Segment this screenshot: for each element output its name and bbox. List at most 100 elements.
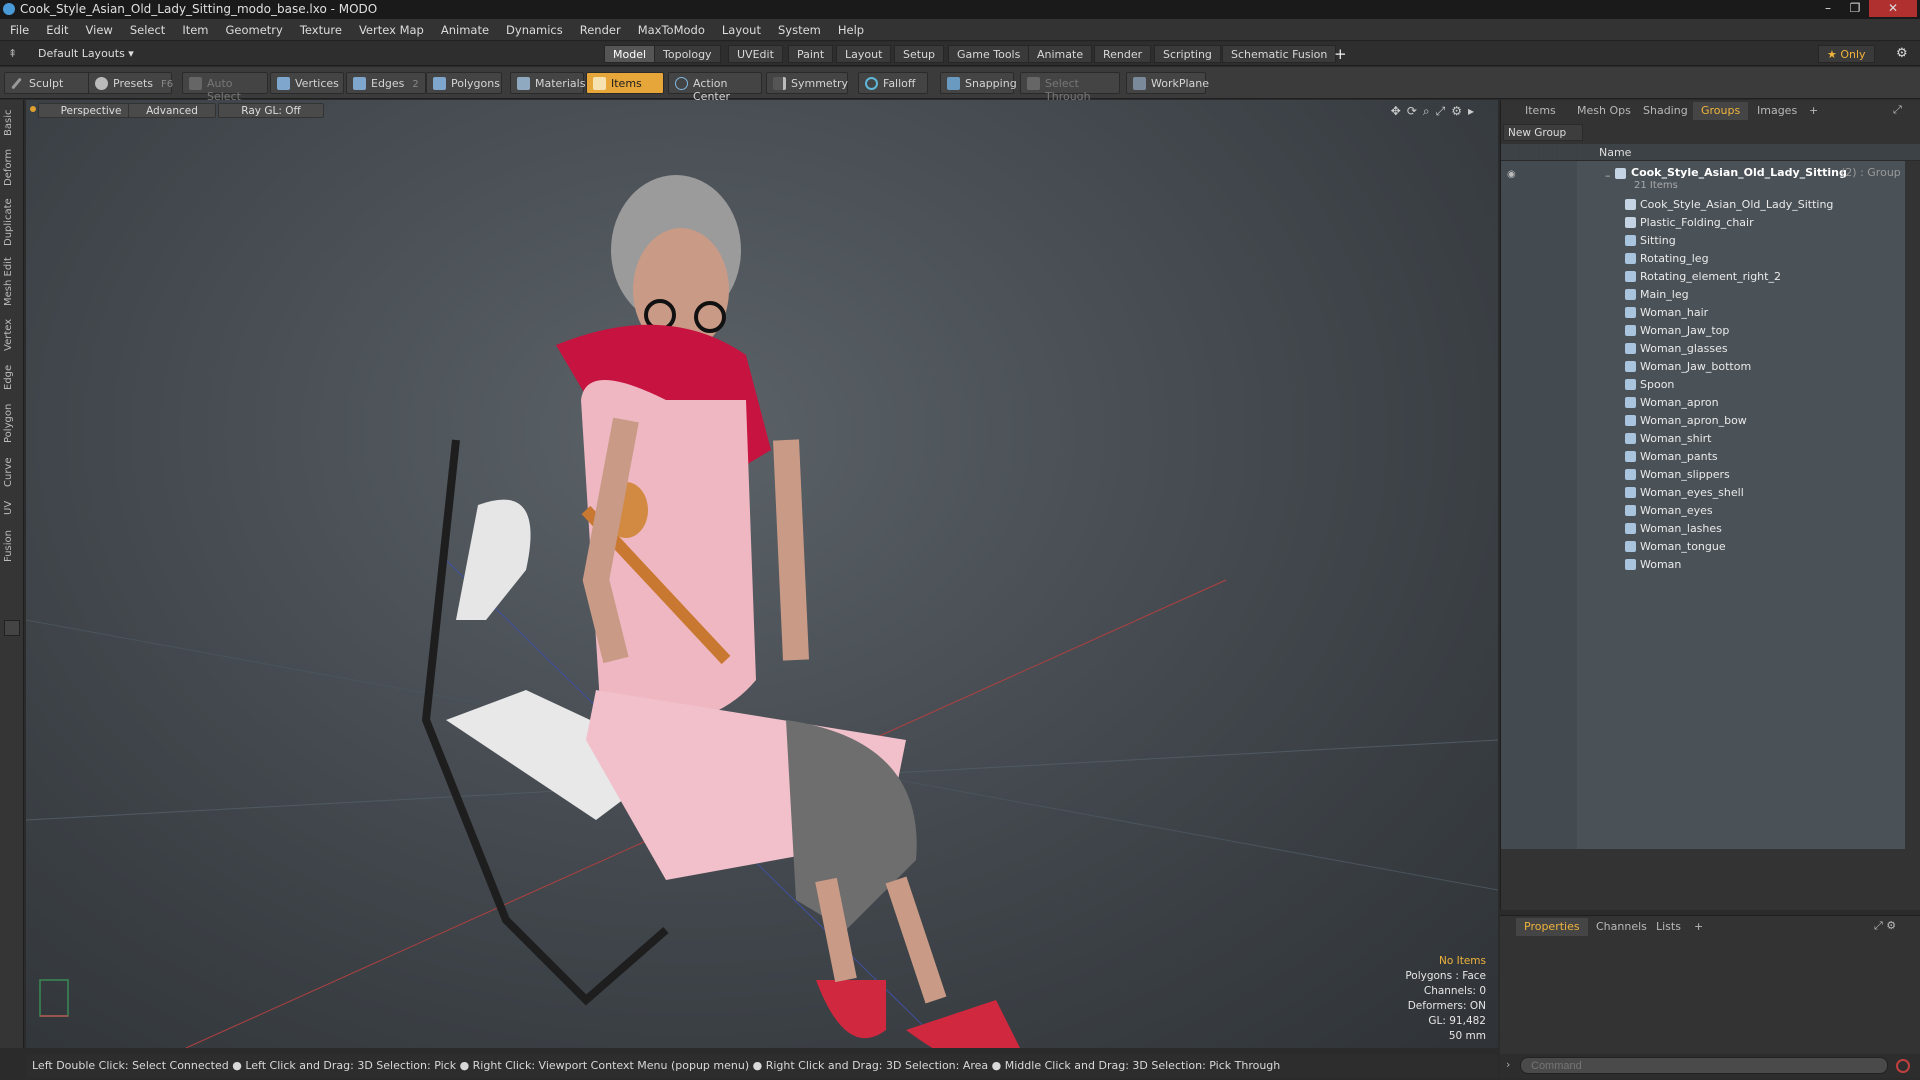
tab-scripting[interactable]: Scripting: [1154, 45, 1221, 63]
tab-curve[interactable]: Curve: [3, 454, 21, 490]
edges-mode-button[interactable]: Edges 2: [346, 72, 426, 94]
strip-toggle-button[interactable]: [4, 620, 20, 636]
tab-items[interactable]: Items: [1517, 102, 1564, 120]
menu-view[interactable]: View: [76, 19, 120, 37]
menu-select[interactable]: Select: [120, 19, 172, 37]
record-icon[interactable]: [1896, 1059, 1910, 1073]
list-item[interactable]: Rotating_leg: [1501, 249, 1905, 267]
list-item[interactable]: Woman_slippers: [1501, 465, 1905, 483]
tab-animate[interactable]: Animate: [1028, 45, 1093, 63]
tab-mesh-ops[interactable]: Mesh Ops: [1569, 102, 1639, 120]
menu-render[interactable]: Render: [570, 19, 628, 37]
menu-item[interactable]: Item: [172, 19, 215, 37]
list-item[interactable]: Woman_Jaw_bottom: [1501, 357, 1905, 375]
list-item[interactable]: Woman_glasses: [1501, 339, 1905, 357]
tab-render[interactable]: Render: [1094, 45, 1152, 63]
expand-icon[interactable]: ⤢: [1893, 103, 1902, 117]
list-item[interactable]: Cook_Style_Asian_Old_Lady_Sitting: [1501, 195, 1905, 213]
tab-model[interactable]: Model: [604, 45, 656, 63]
eye-icon[interactable]: ◉: [1507, 169, 1516, 180]
list-item[interactable]: Woman_Jaw_top: [1501, 321, 1905, 339]
menu-animate[interactable]: Animate: [431, 19, 496, 37]
maximize-button[interactable]: ❐: [1842, 0, 1868, 17]
tab-lists[interactable]: Lists: [1648, 918, 1689, 936]
tab-edge[interactable]: Edge: [3, 362, 21, 392]
list-item[interactable]: Woman_shirt: [1501, 429, 1905, 447]
tab-layout[interactable]: Layout: [836, 45, 892, 63]
tab-groups[interactable]: Groups: [1693, 102, 1749, 120]
select-through-button[interactable]: Select Through: [1020, 72, 1120, 103]
tab-uvedit[interactable]: UVEdit: [728, 45, 783, 63]
auto-select-button[interactable]: Auto Select: [182, 72, 268, 103]
symmetry-button[interactable]: Symmetry: [766, 72, 848, 94]
select-column-icon[interactable]: [1558, 144, 1577, 160]
tab-vertex[interactable]: Vertex: [3, 316, 21, 354]
tab-properties[interactable]: Properties: [1516, 918, 1588, 936]
list-item[interactable]: Woman_lashes: [1501, 519, 1905, 537]
workplane-button[interactable]: WorkPlane: [1126, 72, 1209, 94]
list-item[interactable]: Sitting: [1501, 231, 1905, 249]
tab-basic[interactable]: Basic: [3, 108, 21, 138]
menu-file[interactable]: File: [0, 19, 36, 37]
snapping-button[interactable]: Snapping: [940, 72, 1017, 94]
tab-channels[interactable]: Channels: [1588, 918, 1655, 936]
settings-icon[interactable]: ⤢ ⚙: [1874, 919, 1896, 933]
items-mode-button[interactable]: Items: [586, 72, 664, 94]
layout-menu-icon[interactable]: ⇞: [8, 47, 17, 60]
list-item[interactable]: Main_leg: [1501, 285, 1905, 303]
menu-layout[interactable]: Layout: [712, 19, 768, 37]
tab-uv[interactable]: UV: [3, 498, 21, 518]
presets-button[interactable]: Presets F6: [88, 72, 173, 94]
menu-geometry[interactable]: Geometry: [216, 19, 290, 37]
visibility-column-icon[interactable]: [1501, 144, 1520, 160]
list-item[interactable]: Plastic_Folding_chair: [1501, 213, 1905, 231]
gear-icon[interactable]: ⚙: [1896, 46, 1908, 61]
tab-deform[interactable]: Deform: [3, 146, 21, 188]
list-item[interactable]: Woman_tongue: [1501, 537, 1905, 555]
menu-help[interactable]: Help: [828, 19, 871, 37]
name-column-header[interactable]: Name: [1599, 146, 1631, 159]
list-item[interactable]: Woman_pants: [1501, 447, 1905, 465]
command-input[interactable]: [1520, 1057, 1888, 1074]
tab-fusion[interactable]: Fusion: [3, 526, 21, 566]
menu-maxtomodo[interactable]: MaxToModo: [628, 19, 712, 37]
polygons-mode-button[interactable]: Polygons: [426, 72, 502, 94]
list-item[interactable]: Spoon: [1501, 375, 1905, 393]
tab-paint[interactable]: Paint: [788, 45, 834, 63]
tab-mesh-edit[interactable]: Mesh Edit: [3, 256, 21, 308]
tab-schematic-fusion[interactable]: Schematic Fusion: [1222, 45, 1337, 63]
list-item[interactable]: Woman: [1501, 555, 1905, 573]
only-toggle[interactable]: ★ Only: [1818, 45, 1875, 63]
menu-dynamics[interactable]: Dynamics: [496, 19, 570, 37]
action-center-button[interactable]: Action Center: [668, 72, 762, 103]
close-button[interactable]: ✕: [1869, 0, 1917, 17]
list-item[interactable]: Woman_apron: [1501, 393, 1905, 411]
default-layouts-dropdown[interactable]: Default Layouts ▾: [38, 47, 134, 60]
materials-mode-button[interactable]: Materials: [510, 72, 585, 94]
tab-game-tools[interactable]: Game Tools: [948, 45, 1030, 63]
group-row[interactable]: ◉ – Cook_Style_Asian_Old_Lady_Sitting (2…: [1501, 163, 1905, 193]
3d-viewport[interactable]: Perspective Advanced Ray GL: Off ✥⟳⌕⤢⚙▸: [26, 100, 1498, 1048]
list-item[interactable]: Woman_apron_bow: [1501, 411, 1905, 429]
tab-polygon[interactable]: Polygon: [3, 400, 21, 446]
menu-edit[interactable]: Edit: [36, 19, 75, 37]
minimize-button[interactable]: –: [1815, 0, 1841, 17]
tab-shading[interactable]: Shading: [1635, 102, 1696, 120]
lock-column-icon[interactable]: [1539, 144, 1558, 160]
tab-duplicate[interactable]: Duplicate: [3, 196, 21, 248]
collapse-icon[interactable]: –: [1605, 169, 1611, 182]
add-panel-tab-button[interactable]: +: [1801, 102, 1826, 120]
list-item[interactable]: Woman_eyes_shell: [1501, 483, 1905, 501]
new-group-button[interactable]: New Group: [1503, 124, 1583, 141]
list-item[interactable]: Woman_eyes: [1501, 501, 1905, 519]
add-layout-button[interactable]: +: [1334, 45, 1347, 63]
menu-vertex-map[interactable]: Vertex Map: [349, 19, 431, 37]
menu-system[interactable]: System: [768, 19, 828, 37]
list-item[interactable]: Woman_hair: [1501, 303, 1905, 321]
tab-images[interactable]: Images: [1749, 102, 1805, 120]
sculpt-button[interactable]: Sculpt: [4, 72, 90, 94]
render-column-icon[interactable]: [1520, 144, 1539, 160]
tab-topology[interactable]: Topology: [654, 45, 721, 63]
vertices-mode-button[interactable]: Vertices1: [270, 72, 353, 94]
tab-setup[interactable]: Setup: [894, 45, 945, 63]
